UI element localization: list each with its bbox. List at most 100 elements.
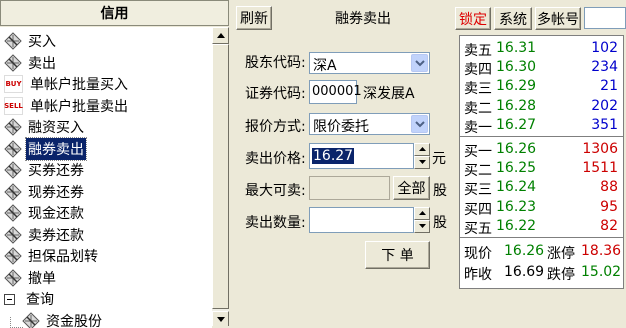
collapse-icon[interactable]	[4, 293, 15, 305]
bid-row: 买四 16.23 95	[464, 198, 618, 218]
qty-input[interactable]	[309, 207, 414, 233]
quote-panel: 卖五 16.31 102 卖四 16.30 234 卖三 16.29 21 卖二 16.28 202 卖…	[459, 35, 624, 289]
qty-unit: 股	[433, 215, 447, 231]
level-price: 16.23	[496, 198, 537, 215]
level-price: 16.28	[496, 97, 537, 114]
order-icon	[4, 139, 22, 158]
max-sellable-field	[309, 176, 390, 200]
price-spinner[interactable]	[414, 143, 430, 169]
level-name: 买一	[464, 144, 492, 160]
account-label: 股东代码:	[245, 55, 306, 71]
code-search-input[interactable]	[584, 7, 626, 29]
price-down-button[interactable]	[414, 156, 430, 169]
submit-order-button[interactable]: 下 单	[365, 241, 430, 269]
order-icon	[4, 161, 22, 179]
sell-tag-icon: SELL	[4, 96, 23, 115]
order-icon	[4, 225, 22, 244]
price-label: 卖出价格:	[245, 151, 306, 167]
tree-item[interactable]: 现金还款	[4, 203, 86, 223]
level-volume: 234	[591, 59, 618, 76]
price-up-button[interactable]	[414, 143, 430, 156]
ask-row: 卖一 16.27 351	[464, 116, 618, 136]
tree-item[interactable]: 买券还券	[4, 160, 86, 180]
tree-item[interactable]: SELL 单帐户批量卖出	[4, 96, 130, 116]
price-input[interactable]: 16.27	[309, 143, 414, 169]
arrow-up-icon	[217, 33, 225, 38]
level-name: 买三	[464, 182, 492, 199]
ask-row: 卖二 16.28 202	[464, 97, 618, 117]
refresh-button[interactable]: 刷新	[236, 6, 272, 30]
lock-button[interactable]: 锁定	[455, 7, 491, 30]
arrow-down-icon	[419, 160, 426, 164]
price-value: 16.27	[312, 148, 355, 164]
tree-item[interactable]: 撤单	[4, 268, 58, 288]
order-icon	[4, 268, 22, 287]
divider	[460, 136, 623, 137]
code-input[interactable]: 000001	[309, 80, 362, 104]
tree-item[interactable]: 卖出	[4, 53, 58, 73]
tree-item-label: 现券还券	[28, 184, 84, 201]
dropdown-button[interactable]	[411, 54, 428, 72]
tree-item[interactable]: 查询	[4, 289, 56, 309]
last-price-label: 现价	[464, 246, 492, 262]
bid-row: 买三 16.24 88	[464, 179, 618, 199]
level-volume: 95	[600, 198, 618, 215]
level-volume: 88	[600, 179, 618, 196]
level-volume: 351	[591, 116, 618, 133]
level-name: 卖五	[464, 43, 492, 59]
ask-row: 卖四 16.30 234	[464, 59, 618, 79]
level-name: 买四	[464, 201, 492, 218]
function-tree: 买入 卖出 BUY 单帐户批量买入 SELL 单帐户批量卖出融资买入 融券卖出买券还券现券还…	[0, 27, 212, 328]
tree-item-label: 卖券还款	[28, 227, 84, 244]
dropdown-button[interactable]	[411, 115, 428, 133]
qty-spinner[interactable]	[414, 207, 430, 233]
tree-scrollbar[interactable]	[212, 27, 229, 328]
scroll-up-button[interactable]	[212, 27, 229, 44]
account-value: 深A	[313, 58, 337, 74]
account-select[interactable]: 深A	[309, 52, 430, 74]
tree-item[interactable]: 融券卖出	[4, 136, 87, 161]
limit-up-label: 涨停	[547, 246, 575, 262]
tree-item[interactable]: 融资买入	[4, 117, 86, 137]
tree-item[interactable]: BUY 单帐户批量买入	[4, 74, 130, 94]
level-volume: 82	[600, 217, 618, 234]
max-label: 最大可卖:	[245, 183, 306, 199]
tree-item-label: 融资买入	[28, 120, 84, 136]
qty-up-button[interactable]	[414, 207, 430, 220]
prev-close: 16.69	[504, 264, 545, 280]
level-price: 16.30	[496, 59, 537, 76]
order-icon	[22, 311, 40, 328]
tree-item[interactable]: 买入	[4, 31, 58, 51]
price-type-select[interactable]: 限价委托	[309, 113, 430, 135]
order-icon	[4, 247, 22, 265]
limit-down-price: 15.02	[581, 264, 622, 280]
chevron-down-icon	[415, 60, 425, 67]
level-name: 买五	[464, 220, 492, 237]
arrow-down-icon	[217, 317, 225, 322]
system-button[interactable]: 系统	[494, 7, 532, 30]
max-unit: 股	[433, 183, 447, 199]
tree-item[interactable]: 现券还券	[4, 182, 86, 202]
ask-row: 卖三 16.29 21	[464, 78, 618, 97]
level-name: 卖四	[464, 62, 492, 79]
order-icon	[4, 32, 22, 50]
level-volume: 1306	[582, 141, 618, 157]
tree-item[interactable]: 资金股份	[22, 311, 104, 328]
tree-item[interactable]: 卖券还款	[4, 225, 86, 245]
tree-item-label: 单帐户批量买入	[30, 77, 128, 93]
prev-close-label: 昨收	[464, 267, 492, 283]
bid-row: 买一 16.26 1306	[464, 141, 618, 160]
tree-item-label: 撤单	[28, 270, 56, 287]
multi-account-button[interactable]: 多帐号	[535, 7, 581, 30]
all-button[interactable]: 全部	[393, 176, 430, 200]
limit-up-price: 18.36	[581, 243, 622, 259]
tree-item[interactable]: 担保品划转	[4, 246, 100, 266]
level-volume: 21	[600, 78, 618, 95]
qty-down-button[interactable]	[414, 220, 430, 233]
page-title: 融券卖出	[335, 11, 391, 27]
code-label: 证券代码:	[245, 86, 306, 102]
tree-item-label: 买券还券	[28, 163, 84, 179]
price-unit: 元	[432, 151, 446, 167]
scroll-thumb[interactable]	[212, 44, 229, 309]
tree-item-label: 现金还款	[28, 206, 84, 222]
